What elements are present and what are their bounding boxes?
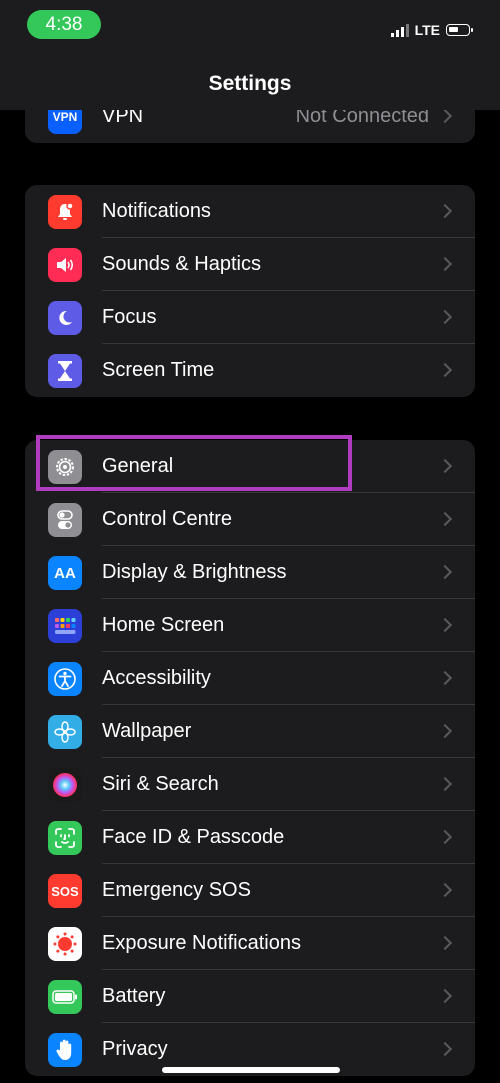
- notifications-icon: [48, 195, 82, 229]
- chevron-right-icon: [437, 723, 453, 739]
- row-label: Emergency SOS: [102, 879, 251, 901]
- settings-row-focus[interactable]: Focus: [25, 291, 475, 344]
- toggles-icon: [48, 503, 82, 537]
- face-id-icon: [48, 821, 82, 855]
- chevron-right-icon: [437, 256, 453, 272]
- battery-icon: [48, 980, 82, 1014]
- hand-icon: [48, 1033, 82, 1067]
- chevron-right-icon: [437, 309, 453, 325]
- settings-row-face-id[interactable]: Face ID & Passcode: [25, 811, 475, 864]
- row-label: Focus: [102, 306, 157, 328]
- row-label: Wallpaper: [102, 720, 192, 742]
- row-label: Accessibility: [102, 667, 211, 689]
- network-type: LTE: [414, 22, 440, 38]
- speaker-icon: [48, 248, 82, 282]
- settings-row-home-screen[interactable]: Home Screen: [25, 599, 475, 652]
- exposure-icon: [48, 927, 82, 961]
- row-label: Notifications: [102, 200, 211, 222]
- moon-icon: [48, 301, 82, 335]
- siri-icon: [48, 768, 82, 802]
- app-grid-icon: [48, 609, 82, 643]
- row-label: Exposure Notifications: [102, 932, 301, 954]
- chevron-right-icon: [437, 458, 453, 474]
- chevron-right-icon: [437, 670, 453, 686]
- row-label: Screen Time: [102, 359, 215, 381]
- page-title: Settings: [208, 72, 292, 95]
- chevron-right-icon: [437, 362, 453, 378]
- settings-group-2: General Control Centre AA Display & Brig…: [25, 440, 475, 1076]
- status-indicators: LTE: [390, 20, 473, 40]
- chevron-right-icon: [437, 882, 453, 898]
- settings-row-emergency-sos[interactable]: SOS Emergency SOS: [25, 864, 475, 917]
- settings-row-siri[interactable]: Siri & Search: [25, 758, 475, 811]
- settings-row-accessibility[interactable]: Accessibility: [25, 652, 475, 705]
- chevron-right-icon: [437, 829, 453, 845]
- status-bar: 4:38 LTE Settings: [0, 0, 500, 110]
- row-label: Control Centre: [102, 508, 233, 530]
- row-label: Home Screen: [102, 614, 225, 636]
- chevron-right-icon: [437, 776, 453, 792]
- row-label: Sounds & Haptics: [102, 253, 261, 275]
- battery-status-icon: [446, 24, 473, 36]
- signal-icon: [390, 23, 409, 37]
- row-label: Battery: [102, 985, 166, 1007]
- sos-icon: SOS: [48, 874, 82, 908]
- chevron-right-icon: [437, 203, 453, 219]
- chevron-right-icon: [437, 988, 453, 1004]
- home-indicator[interactable]: [162, 1067, 340, 1073]
- row-label: Privacy: [102, 1038, 168, 1060]
- settings-row-control-centre[interactable]: Control Centre: [25, 493, 475, 546]
- chevron-right-icon: [437, 511, 453, 527]
- settings-row-battery[interactable]: Battery: [25, 970, 475, 1023]
- chevron-right-icon: [437, 108, 453, 124]
- hourglass-icon: [48, 354, 82, 388]
- chevron-right-icon: [437, 564, 453, 580]
- chevron-right-icon: [437, 935, 453, 951]
- settings-row-screen-time[interactable]: Screen Time: [25, 344, 475, 397]
- settings-row-display[interactable]: AA Display & Brightness: [25, 546, 475, 599]
- row-label: Face ID & Passcode: [102, 826, 285, 848]
- status-time: 4:38: [45, 14, 83, 35]
- row-label: Siri & Search: [102, 773, 219, 795]
- settings-row-exposure[interactable]: Exposure Notifications: [25, 917, 475, 970]
- row-label: Display & Brightness: [102, 561, 287, 583]
- chevron-right-icon: [437, 1041, 453, 1057]
- flower-icon: [48, 715, 82, 749]
- chevron-right-icon: [437, 617, 453, 633]
- text-size-icon: AA: [48, 556, 82, 590]
- time-pill[interactable]: 4:38: [27, 10, 101, 39]
- settings-row-wallpaper[interactable]: Wallpaper: [25, 705, 475, 758]
- settings-row-notifications[interactable]: Notifications: [25, 185, 475, 238]
- settings-group-1: Notifications Sounds & Haptics Focus Scr…: [25, 185, 475, 397]
- accessibility-icon: [48, 662, 82, 696]
- settings-row-sounds[interactable]: Sounds & Haptics: [25, 238, 475, 291]
- general-highlight-box: [36, 435, 352, 491]
